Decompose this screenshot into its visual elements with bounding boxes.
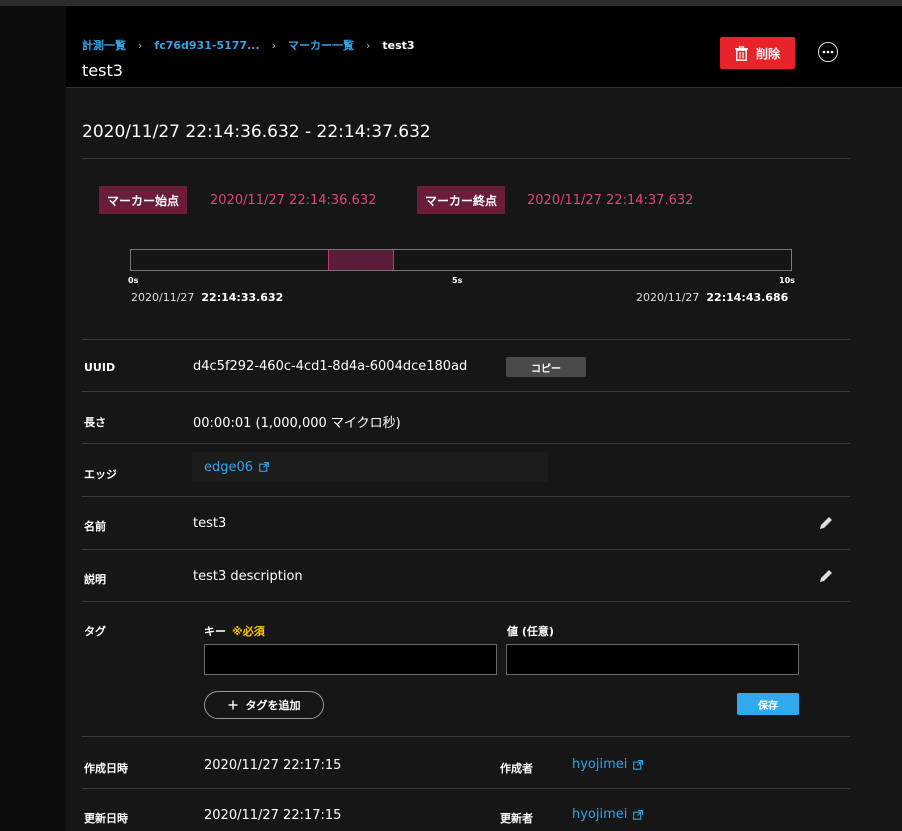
timeline-end-date: 2020/11/27 <box>636 291 700 304</box>
timeline-start-time: 22:14:33.632 <box>201 291 284 304</box>
divider <box>82 496 850 497</box>
tag-key-label-text: キー <box>204 625 226 638</box>
page-header: 計測一覧 › fc76d931-5177... › マーカー一覧 › test3… <box>66 6 902 88</box>
uuid-label: UUID <box>84 361 116 374</box>
delete-button[interactable]: 削除 <box>720 37 795 69</box>
timeline-start-date: 2020/11/27 <box>131 291 195 304</box>
marker-start-badge: マーカー始点 <box>99 186 188 214</box>
length-label: 長さ <box>84 416 106 429</box>
tag-key-label: キー ※必須 <box>204 623 265 639</box>
more-options-button[interactable] <box>818 42 838 62</box>
timeline-start-datetime: 2020/11/27 22:14:33.632 <box>131 291 283 304</box>
uuid-value: d4c5f292-460c-4cd1-8d4a-6004dce180ad <box>193 359 468 374</box>
length-value: 00:00:01 (1,000,000 マイクロ秒) <box>193 416 401 431</box>
description-label: 説明 <box>84 573 106 586</box>
tag-key-input[interactable] <box>204 644 497 675</box>
timeline-tick: 10s <box>779 276 795 285</box>
edit-name-icon[interactable] <box>816 513 836 533</box>
divider <box>82 788 850 789</box>
divider <box>82 736 850 737</box>
breadcrumb-separator: › <box>271 38 276 52</box>
tag-value-input[interactable] <box>506 644 799 675</box>
marker-timeline[interactable] <box>130 249 792 271</box>
divider <box>82 601 850 602</box>
required-mark: ※必須 <box>232 625 265 638</box>
external-link-icon <box>259 462 270 472</box>
breadcrumb-current: test3 <box>382 38 415 52</box>
breadcrumb-link-markers[interactable]: マーカー一覧 <box>288 37 354 53</box>
page-title: test3 <box>82 61 123 80</box>
delete-button-label: 削除 <box>755 46 780 61</box>
updater-link[interactable]: hyojimei <box>572 807 627 822</box>
creator-field: hyojimei <box>572 757 644 772</box>
timeline-end-time: 22:14:43.686 <box>706 291 789 304</box>
timeline-tick: 5s <box>452 276 463 285</box>
breadcrumb-separator: › <box>138 38 143 52</box>
updated-at-value: 2020/11/27 22:17:15 <box>204 808 342 823</box>
breadcrumb-link-measurement-id[interactable]: fc76d931-5177... <box>154 39 259 52</box>
marker-detail-panel: 2020/11/27 22:14:36.632 - 22:14:37.632 マ… <box>66 88 902 831</box>
plus-icon <box>228 700 237 710</box>
trash-icon <box>734 45 748 61</box>
breadcrumb: 計測一覧 › fc76d931-5177... › マーカー一覧 › test3 <box>82 37 415 53</box>
created-at-label: 作成日時 <box>84 762 128 775</box>
add-tag-label: タグを追加 <box>245 699 301 712</box>
timeline-selection[interactable] <box>327 250 394 270</box>
tags-label: タグ <box>84 625 106 638</box>
divider <box>82 549 850 550</box>
creator-link[interactable]: hyojimei <box>572 757 627 772</box>
breadcrumb-link-measurements[interactable]: 計測一覧 <box>82 37 126 53</box>
edit-description-icon[interactable] <box>816 566 836 586</box>
description-value: test3 description <box>193 569 303 584</box>
edge-link[interactable]: edge06 <box>204 460 253 475</box>
name-value: test3 <box>193 516 227 531</box>
edge-label: エッジ <box>84 468 117 481</box>
updater-label: 更新者 <box>500 812 533 825</box>
external-link-icon <box>633 809 644 820</box>
timeline-end-datetime: 2020/11/27 22:14:43.686 <box>636 291 788 304</box>
timeline-tick: 0s <box>128 276 139 285</box>
created-at-value: 2020/11/27 22:17:15 <box>204 758 342 773</box>
divider <box>82 443 850 444</box>
save-tags-button[interactable]: 保存 <box>737 693 799 715</box>
breadcrumb-separator: › <box>365 38 371 52</box>
add-tag-button[interactable]: タグを追加 <box>204 691 324 719</box>
marker-range-title: 2020/11/27 22:14:36.632 - 22:14:37.632 <box>82 122 431 142</box>
divider <box>82 391 850 392</box>
marker-end-badge: マーカー終点 <box>417 186 506 214</box>
updated-at-label: 更新日時 <box>84 812 128 825</box>
name-label: 名前 <box>84 520 106 533</box>
updater-field: hyojimei <box>572 807 644 822</box>
creator-label: 作成者 <box>500 762 533 775</box>
divider <box>82 158 850 159</box>
external-link-icon <box>633 759 644 770</box>
copy-uuid-button[interactable]: コピー <box>506 357 586 377</box>
edge-field: edge06 <box>192 452 548 482</box>
divider <box>82 339 850 340</box>
tag-value-label: 値 (任意) <box>507 625 554 638</box>
more-horizontal-icon <box>822 50 834 54</box>
marker-end-time: 2020/11/27 22:14:37.632 <box>527 193 694 208</box>
marker-start-time: 2020/11/27 22:14:36.632 <box>210 193 377 208</box>
